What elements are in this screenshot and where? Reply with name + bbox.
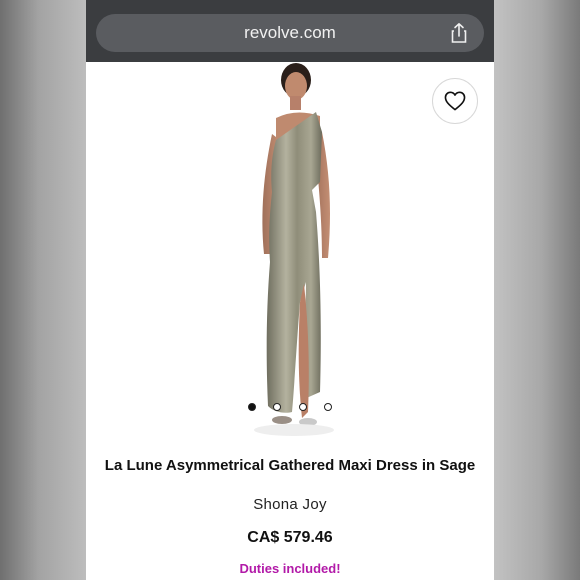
background-right xyxy=(494,0,580,580)
url-text[interactable]: revolve.com xyxy=(96,14,484,52)
address-bar[interactable]: revolve.com xyxy=(96,14,484,52)
carousel-dot[interactable] xyxy=(323,403,332,411)
product-title: La Lune Asymmetrical Gathered Maxi Dress… xyxy=(104,457,476,474)
product-brand[interactable]: Shona Joy xyxy=(86,496,494,513)
carousel-indicators xyxy=(248,402,332,412)
share-icon[interactable] xyxy=(448,22,470,44)
wishlist-button[interactable] xyxy=(432,78,478,124)
product-image[interactable] xyxy=(224,62,364,442)
browser-toolbar: revolve.com xyxy=(86,0,494,62)
product-gallery[interactable] xyxy=(86,62,494,442)
phone-screen: revolve.com La Lune Asymmetrical Gathere… xyxy=(86,0,494,580)
carousel-dot[interactable] xyxy=(248,403,256,411)
carousel-dot[interactable] xyxy=(273,403,282,411)
duties-note: Duties included! xyxy=(239,561,341,576)
carousel-dot[interactable] xyxy=(298,403,307,411)
heart-icon xyxy=(444,91,466,111)
product-price: CA$ 579.46 xyxy=(247,529,333,546)
background-left xyxy=(0,0,86,580)
